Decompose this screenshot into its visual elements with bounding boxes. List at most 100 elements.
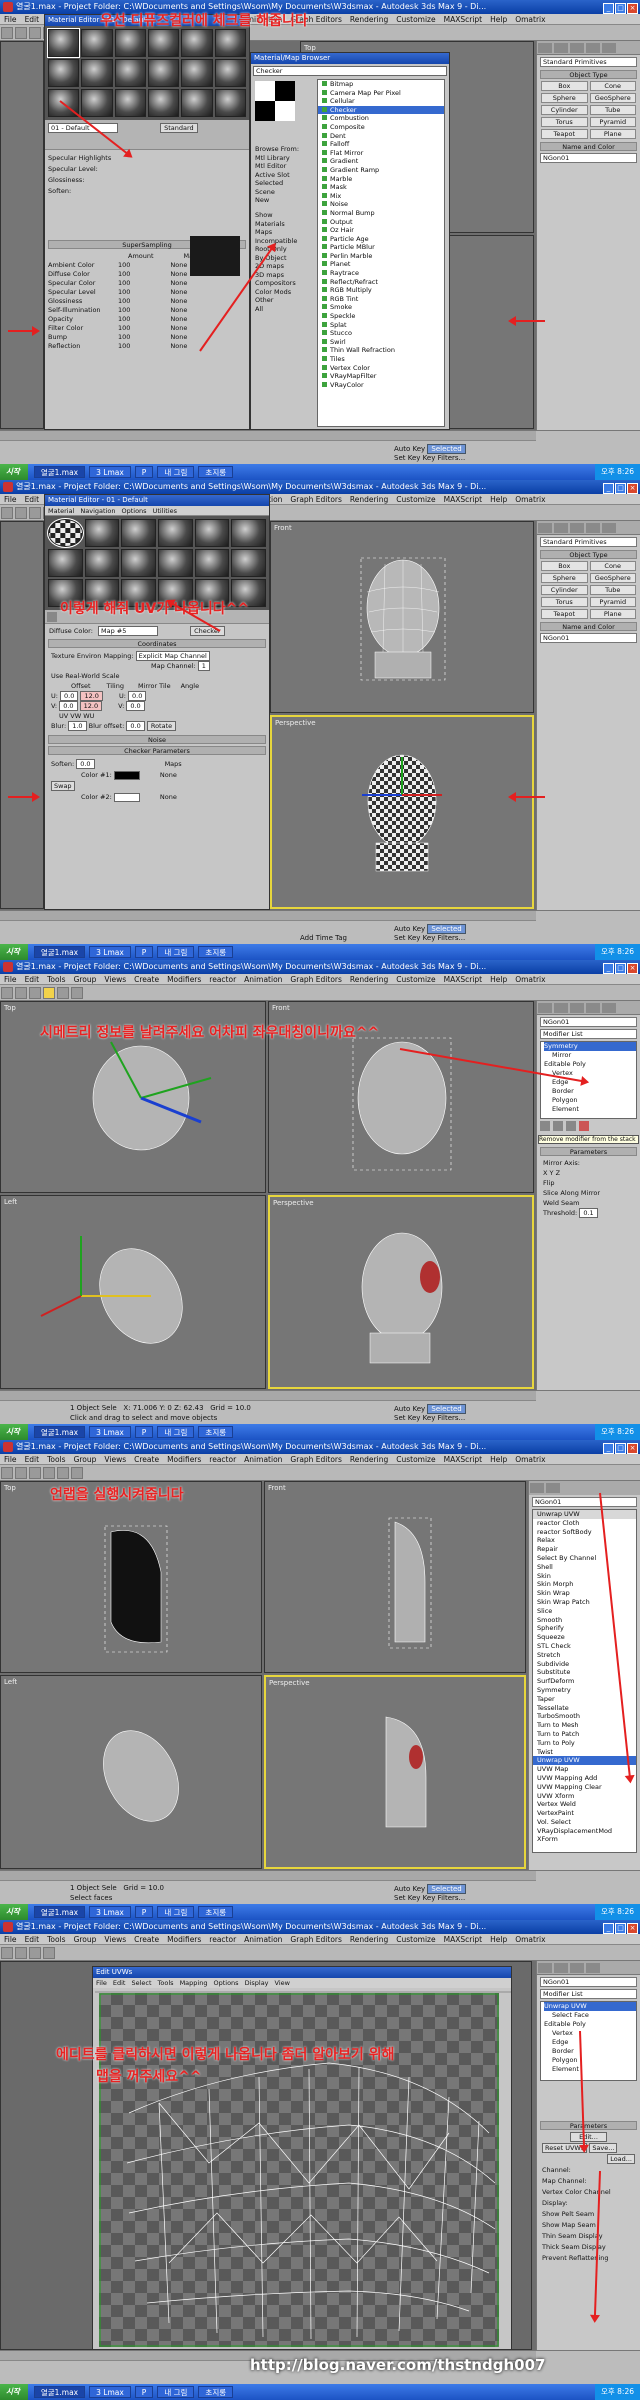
task-button[interactable]: 초지롱 bbox=[198, 2386, 234, 2398]
check-materials[interactable]: Materials bbox=[255, 220, 313, 229]
blur-spinner[interactable]: 1.0 bbox=[68, 721, 87, 731]
radio-thin-seam[interactable]: Thin Seam Display bbox=[542, 2231, 635, 2242]
menu-file[interactable]: File bbox=[4, 1455, 17, 1464]
radio-axis-z[interactable]: Z bbox=[556, 1169, 560, 1177]
tube-button[interactable]: Tube bbox=[589, 105, 636, 115]
sample-slot[interactable] bbox=[231, 519, 266, 547]
map-list-item[interactable]: RGB Multiply bbox=[318, 286, 444, 295]
sample-slot[interactable] bbox=[114, 89, 146, 117]
menu-reactor[interactable]: reactor bbox=[209, 1935, 236, 1944]
slice-checkbox[interactable]: Slice Along Mirror bbox=[543, 1188, 634, 1198]
map-list-item[interactable]: Splat bbox=[318, 321, 444, 330]
map-row[interactable]: Reflection 100 None bbox=[48, 342, 246, 351]
torus-button[interactable]: Torus bbox=[541, 117, 588, 127]
viewport-left-strip[interactable] bbox=[0, 41, 44, 429]
map-list-item[interactable]: Planet bbox=[318, 260, 444, 269]
add-time-tag[interactable]: Add Time Tag bbox=[300, 934, 347, 942]
viewport-perspective[interactable]: Perspective bbox=[270, 715, 534, 909]
modifier-list-item[interactable]: Vertex Weld bbox=[533, 1800, 636, 1809]
set-key-button[interactable]: Set Key bbox=[394, 1414, 420, 1422]
set-key-button[interactable]: Set Key bbox=[394, 934, 420, 942]
minimize-button[interactable]: _ bbox=[603, 963, 614, 974]
modify-tab-icon[interactable] bbox=[546, 1483, 560, 1493]
modifier-list-item[interactable]: Unwrap UVW bbox=[533, 1756, 636, 1766]
viewport-left[interactable]: Left bbox=[0, 1195, 266, 1389]
modifier-list-item[interactable]: Spherify bbox=[533, 1624, 636, 1633]
u-angle[interactable]: 0.0 bbox=[128, 691, 147, 701]
task-button[interactable]: 내 그림 bbox=[157, 946, 195, 958]
viewport-top[interactable]: Top bbox=[0, 1481, 262, 1673]
undo-icon[interactable] bbox=[1, 507, 13, 519]
modifier-list-item[interactable]: TurboSmooth bbox=[533, 1712, 636, 1721]
radio-active-slot[interactable]: Active Slot bbox=[255, 171, 313, 180]
menu-help[interactable]: Help bbox=[490, 1935, 507, 1944]
undo-icon[interactable] bbox=[1, 27, 13, 39]
map-list-item[interactable]: Stucco bbox=[318, 329, 444, 338]
sample-slot-checker[interactable] bbox=[47, 518, 84, 548]
map-row[interactable]: Glossiness 100 None bbox=[48, 297, 246, 306]
modifier-list-item[interactable]: Substitute bbox=[533, 1668, 636, 1677]
menu-graph-editors[interactable]: Graph Editors bbox=[290, 495, 342, 504]
radio-mtl-editor[interactable]: Mtl Editor bbox=[255, 162, 313, 171]
sample-slot[interactable] bbox=[84, 549, 120, 577]
minimize-button[interactable]: _ bbox=[603, 1923, 614, 1934]
map-list-item[interactable]: Camera Map Per Pixel bbox=[318, 89, 444, 98]
sample-slot[interactable] bbox=[158, 549, 193, 577]
parameters-rollout[interactable]: Parameters bbox=[540, 1147, 637, 1156]
auto-key-button[interactable]: Auto Key bbox=[394, 1885, 425, 1893]
flip-checkbox[interactable]: Flip bbox=[543, 1178, 634, 1188]
menu-customize[interactable]: Customize bbox=[396, 975, 435, 984]
timeline[interactable] bbox=[0, 1871, 536, 1881]
radio-compositors[interactable]: Compositors bbox=[255, 279, 313, 288]
sphere-button[interactable]: Sphere bbox=[541, 93, 588, 103]
uv-menu-tools[interactable]: Tools bbox=[158, 1979, 174, 1987]
hierarchy-tab-icon[interactable] bbox=[570, 43, 584, 53]
menu-graph-editors[interactable]: Graph Editors bbox=[290, 975, 342, 984]
task-button[interactable]: 3 Lmax bbox=[89, 1906, 131, 1918]
map-list-item[interactable]: Flat Mirror bbox=[318, 149, 444, 158]
sample-slot[interactable] bbox=[114, 29, 146, 57]
stack-item-border[interactable]: Border bbox=[544, 2047, 636, 2056]
map-name-field[interactable]: Checker bbox=[253, 66, 447, 76]
modifier-list-item[interactable]: VertexPaint bbox=[533, 1809, 636, 1818]
pin-stack-icon[interactable] bbox=[540, 1121, 550, 1131]
viewport-perspective[interactable]: Perspective bbox=[268, 1195, 534, 1389]
menu-maxscript[interactable]: MAXScript bbox=[444, 975, 483, 984]
undo-icon[interactable] bbox=[1, 1947, 13, 1959]
sample-slot[interactable] bbox=[81, 29, 113, 57]
stack-item-unwrap-uvw[interactable]: Unwrap UVW bbox=[544, 2002, 636, 2011]
task-button[interactable]: 3 Lmax bbox=[89, 1426, 131, 1438]
redo-icon[interactable] bbox=[15, 987, 27, 999]
object-name-field[interactable]: NGon01 bbox=[540, 633, 637, 643]
menu-customize[interactable]: Customize bbox=[396, 15, 435, 24]
uv-menu-view[interactable]: View bbox=[275, 1979, 290, 1987]
auto-key-button[interactable]: Auto Key bbox=[394, 925, 425, 933]
object-name-field[interactable]: NGon01 bbox=[540, 153, 637, 163]
radio-axis-y[interactable]: Y bbox=[550, 1169, 554, 1177]
sample-slot[interactable] bbox=[181, 59, 213, 87]
menu-material[interactable]: Material bbox=[48, 507, 74, 515]
u-tiling[interactable]: 12.0 bbox=[80, 691, 103, 701]
viewport-left[interactable]: Left bbox=[0, 1675, 262, 1869]
sample-slot[interactable] bbox=[181, 29, 213, 57]
uv-menu-file[interactable]: File bbox=[96, 1979, 107, 1987]
motion-tab-icon[interactable] bbox=[586, 523, 600, 533]
modifier-list-item[interactable]: UVW Mapping Add bbox=[533, 1774, 636, 1783]
menu-group[interactable]: Group bbox=[74, 975, 97, 984]
menu-views[interactable]: Views bbox=[104, 1455, 126, 1464]
stack-item-edge[interactable]: Edge bbox=[544, 1078, 636, 1087]
sample-slot[interactable] bbox=[84, 519, 120, 547]
viewport-perspective[interactable]: Perspective bbox=[264, 1675, 526, 1869]
map-list-item[interactable]: Thin Wall Refraction bbox=[318, 346, 444, 355]
modifier-list-item[interactable]: STL Check bbox=[533, 1642, 636, 1651]
sample-slot[interactable] bbox=[158, 519, 193, 547]
v-angle[interactable]: 0.0 bbox=[126, 701, 145, 711]
stack-item-select-face[interactable]: Select Face bbox=[544, 2011, 636, 2020]
modifier-list-item[interactable]: Skin Morph bbox=[533, 1580, 636, 1589]
map-name-field[interactable]: Map #5 bbox=[98, 626, 158, 636]
menu-rendering[interactable]: Rendering bbox=[350, 1455, 388, 1464]
create-tab-icon[interactable] bbox=[538, 43, 552, 53]
move-icon[interactable] bbox=[43, 1947, 55, 1959]
modifier-list-item[interactable]: UVW Map bbox=[533, 1765, 636, 1774]
sample-slot[interactable] bbox=[194, 519, 230, 547]
